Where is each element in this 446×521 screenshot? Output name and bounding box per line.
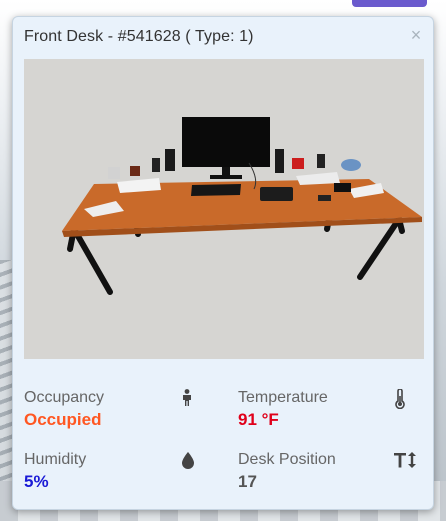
mouse-pad	[260, 187, 293, 201]
phone	[334, 183, 351, 192]
desk-3d-preview	[24, 59, 424, 359]
humidity-stat: Humidity 5%	[24, 451, 209, 492]
keyboard	[191, 184, 241, 196]
occupancy-value: Occupied	[24, 410, 102, 429]
speaker-right	[275, 149, 284, 173]
popup-title: Front Desk - #541628 ( Type: 1)	[24, 28, 254, 45]
speaker-small-right	[317, 154, 325, 168]
desk-info-popup: Front Desk - #541628 ( Type: 1) × Occupa…	[12, 16, 434, 510]
pencil-cup	[130, 166, 140, 176]
desk-position-value: 17	[238, 472, 257, 491]
stapler	[318, 195, 331, 201]
temperature-stat: Temperature 91 °F	[238, 388, 423, 430]
close-button[interactable]: ×	[408, 26, 424, 44]
person-icon	[181, 389, 193, 412]
top-action-button[interactable]	[352, 0, 427, 7]
water-drop-icon	[181, 451, 195, 474]
desk-position-stat: Desk Position 17	[238, 451, 423, 492]
red-mug	[292, 158, 304, 169]
speaker-small-left	[152, 158, 160, 172]
blue-bowl	[341, 159, 361, 171]
pen-holder	[108, 167, 120, 179]
thermometer-icon	[393, 388, 407, 414]
speaker-left	[165, 149, 175, 171]
occupancy-stat: Occupancy Occupied	[24, 389, 209, 430]
humidity-value: 5%	[24, 472, 49, 491]
height-adjust-icon	[393, 451, 417, 474]
